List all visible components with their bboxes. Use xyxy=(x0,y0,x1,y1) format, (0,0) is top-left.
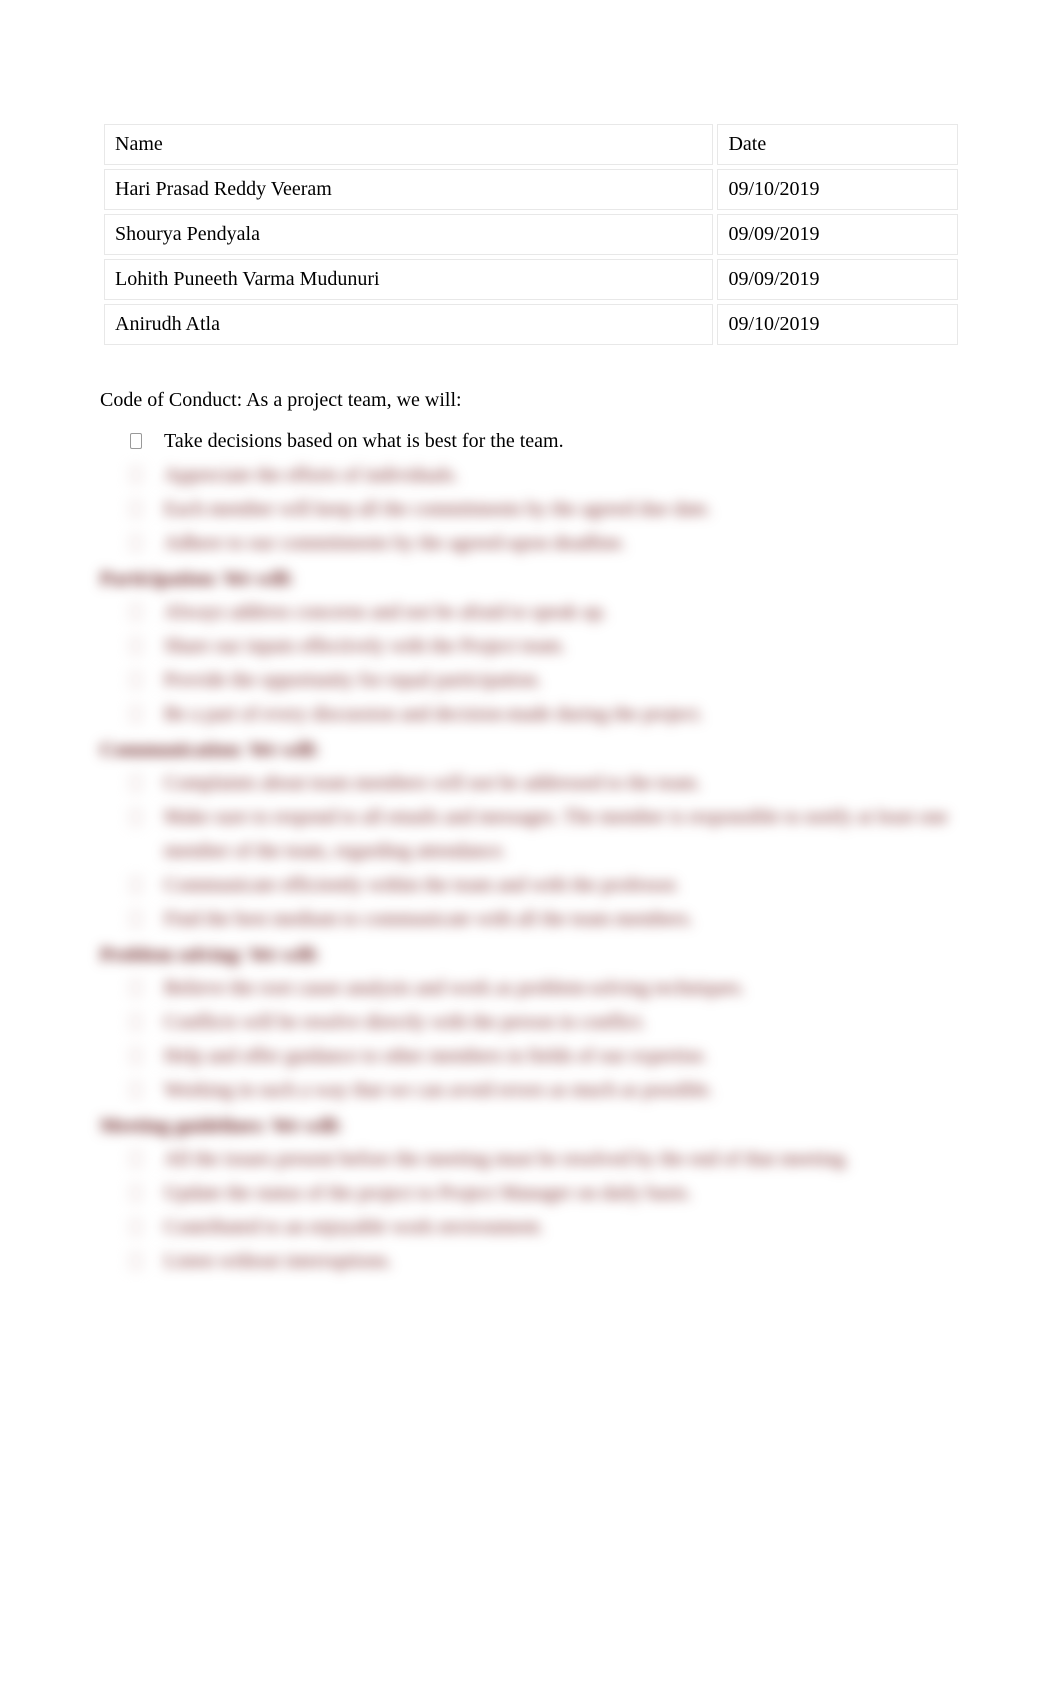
list-item: Provide the opportunity for equal partic… xyxy=(128,663,962,697)
list-item: Each member will keep all the commitment… xyxy=(128,492,962,526)
col-date-header: Date xyxy=(717,124,958,165)
list-item: All the issues present before the meetin… xyxy=(128,1142,962,1176)
cell-name: Lohith Puneeth Varma Mudunuri xyxy=(104,259,713,300)
cell-name: Shourya Pendyala xyxy=(104,214,713,255)
list-item: Communicate efficiently within the team … xyxy=(128,868,962,902)
cell-date: 09/10/2019 xyxy=(717,304,958,345)
col-name-header: Name xyxy=(104,124,713,165)
list-item: Listen without interruptions. xyxy=(128,1244,962,1278)
list-item: Share our inputs effectively with the Pr… xyxy=(128,629,962,663)
list-item: Find the best medium to communicate with… xyxy=(128,902,962,936)
list-item: Make sure to respond to all emails and m… xyxy=(128,800,962,868)
list-item: Conflicts will be resolve directly with … xyxy=(128,1005,962,1039)
table-row: Anirudh Atla 09/10/2019 xyxy=(104,304,958,345)
list-item: Adhere to our commitments by the agreed-… xyxy=(128,526,962,560)
cell-date: 09/10/2019 xyxy=(717,169,958,210)
cell-name: Anirudh Atla xyxy=(104,304,713,345)
intro-text: Code of Conduct: As a project team, we w… xyxy=(100,389,962,412)
list-item: Update the status of the project to Proj… xyxy=(128,1176,962,1210)
list-item: Complaints about team members will not b… xyxy=(128,766,962,800)
list-item: Always address concerns and not be afrai… xyxy=(128,595,962,629)
list-item: Appreciate the efforts of individuals. xyxy=(128,458,962,492)
section-heading: Communication: We will: xyxy=(100,739,962,762)
table-row: Lohith Puneeth Varma Mudunuri 09/09/2019 xyxy=(104,259,958,300)
section-heading: Problem solving: We will: xyxy=(100,944,962,967)
list-item: Be a part of every discussion and decisi… xyxy=(128,697,962,731)
section-heading: Meeting guidelines: We will: xyxy=(100,1115,962,1138)
cell-name: Hari Prasad Reddy Veeram xyxy=(104,169,713,210)
list-item: Believe the root cause analysis and work… xyxy=(128,971,962,1005)
cell-date: 09/09/2019 xyxy=(717,214,958,255)
list-item: Help and offer guidance to other members… xyxy=(128,1039,962,1073)
section-heading: Participation: We will: xyxy=(100,568,962,591)
list-item: Working in such a way that we can avoid … xyxy=(128,1073,962,1107)
table-row: Hari Prasad Reddy Veeram 09/10/2019 xyxy=(104,169,958,210)
signatures-table: Name Date Hari Prasad Reddy Veeram 09/10… xyxy=(100,120,962,349)
table-row: Shourya Pendyala 09/09/2019 xyxy=(104,214,958,255)
list-item: Take decisions based on what is best for… xyxy=(128,424,962,458)
list-item: Contributed to an enjoyable work environ… xyxy=(128,1210,962,1244)
redacted-content: Appreciate the efforts of individuals. E… xyxy=(100,458,962,1278)
cell-date: 09/09/2019 xyxy=(717,259,958,300)
